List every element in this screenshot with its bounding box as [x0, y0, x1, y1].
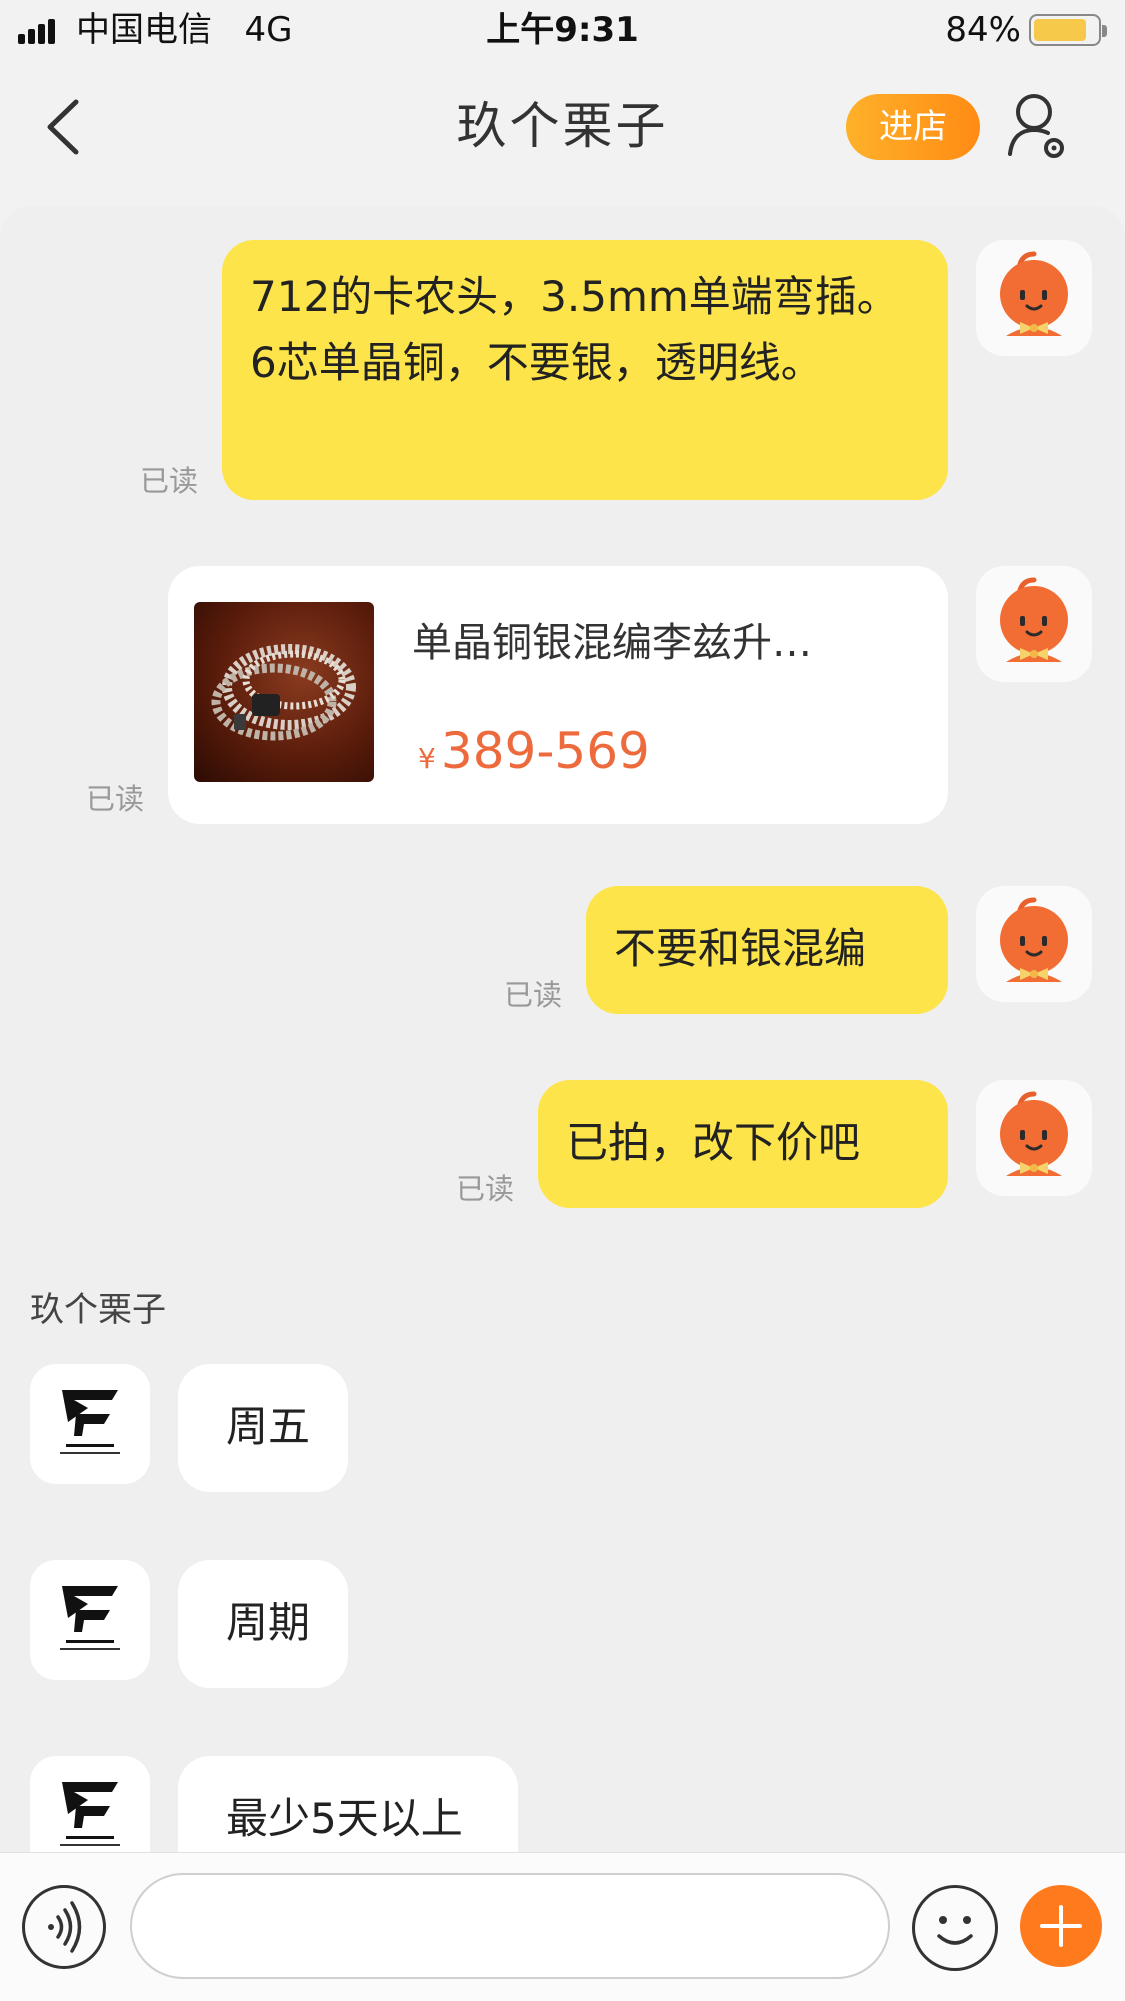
user-settings-button[interactable] [1006, 90, 1070, 162]
battery-icon [1029, 14, 1107, 46]
emoji-button[interactable] [912, 1885, 998, 1971]
price-range: 389-569 [440, 722, 650, 780]
shop-avatar[interactable] [30, 1364, 150, 1484]
my-avatar[interactable] [976, 1080, 1092, 1196]
more-actions-button[interactable] [1020, 1885, 1102, 1967]
message-text: 712的卡农头，3.5mm单端弯插。6芯单晶铜，不要银，透明线。 [250, 272, 899, 387]
enter-store-button[interactable]: 进店 [846, 94, 980, 160]
message-text: 周五 [226, 1402, 311, 1451]
pumpkin-avatar-icon [1000, 577, 1068, 662]
shop-avatar[interactable] [30, 1560, 150, 1680]
received-message-bubble[interactable]: 最少5天以上 [178, 1756, 518, 1852]
audio-shop-logo-icon [60, 1586, 120, 1650]
message-text: 不要和银混编 [614, 924, 867, 973]
message-text: 已拍，改下价吧 [566, 1118, 861, 1167]
sent-message-bubble[interactable]: 712的卡农头，3.5mm单端弯插。6芯单晶铜，不要银，透明线。 [222, 240, 948, 500]
read-status: 已读 [140, 464, 199, 498]
sent-message-bubble[interactable]: 不要和银混编 [586, 886, 948, 1014]
read-status: 已读 [86, 782, 145, 816]
pumpkin-avatar-icon [1000, 1091, 1068, 1176]
product-image [194, 602, 374, 782]
read-status: 已读 [504, 978, 563, 1012]
input-bar [0, 1852, 1125, 2001]
shop-avatar[interactable] [30, 1756, 150, 1852]
product-price: ¥ 389-569 [418, 722, 650, 780]
user-settings-icon [1008, 94, 1064, 158]
voice-button[interactable] [22, 1885, 106, 1969]
battery-percent: 84% [945, 10, 1021, 50]
nav-bar: 玖个栗子 进店 [0, 62, 1125, 192]
sent-message-bubble[interactable]: 已拍，改下价吧 [538, 1080, 948, 1208]
read-status: 已读 [456, 1172, 515, 1206]
audio-shop-logo-icon [60, 1390, 120, 1454]
audio-shop-logo-icon [60, 1782, 120, 1846]
chat-area[interactable]: 712的卡农头，3.5mm单端弯插。6芯单晶铜，不要银，透明线。 已读 单晶铜银… [0, 206, 1125, 1852]
product-card[interactable]: 单晶铜银混编李兹升… ¥ 389-569 [168, 566, 948, 824]
message-text: 周期 [226, 1598, 311, 1647]
pumpkin-avatar-icon [1000, 251, 1068, 336]
emoji-icon [937, 1916, 973, 1945]
voice-icon [48, 1901, 82, 1953]
message-input[interactable] [130, 1873, 890, 1979]
received-message-bubble[interactable]: 周五 [178, 1364, 348, 1492]
product-title: 单晶铜银混编李兹升… [412, 620, 812, 666]
currency-symbol: ¥ [418, 742, 436, 775]
my-avatar[interactable] [976, 240, 1092, 356]
pumpkin-avatar-icon [1000, 897, 1068, 982]
my-avatar[interactable] [976, 886, 1092, 1002]
message-text: 最少5天以上 [226, 1794, 463, 1843]
plus-icon [1040, 1905, 1082, 1947]
my-avatar[interactable] [976, 566, 1092, 682]
received-message-bubble[interactable]: 周期 [178, 1560, 348, 1688]
status-bar: 中国电信 4G 上午9:31 84% [0, 0, 1125, 62]
sender-name: 玖个栗子 [30, 1290, 166, 1330]
